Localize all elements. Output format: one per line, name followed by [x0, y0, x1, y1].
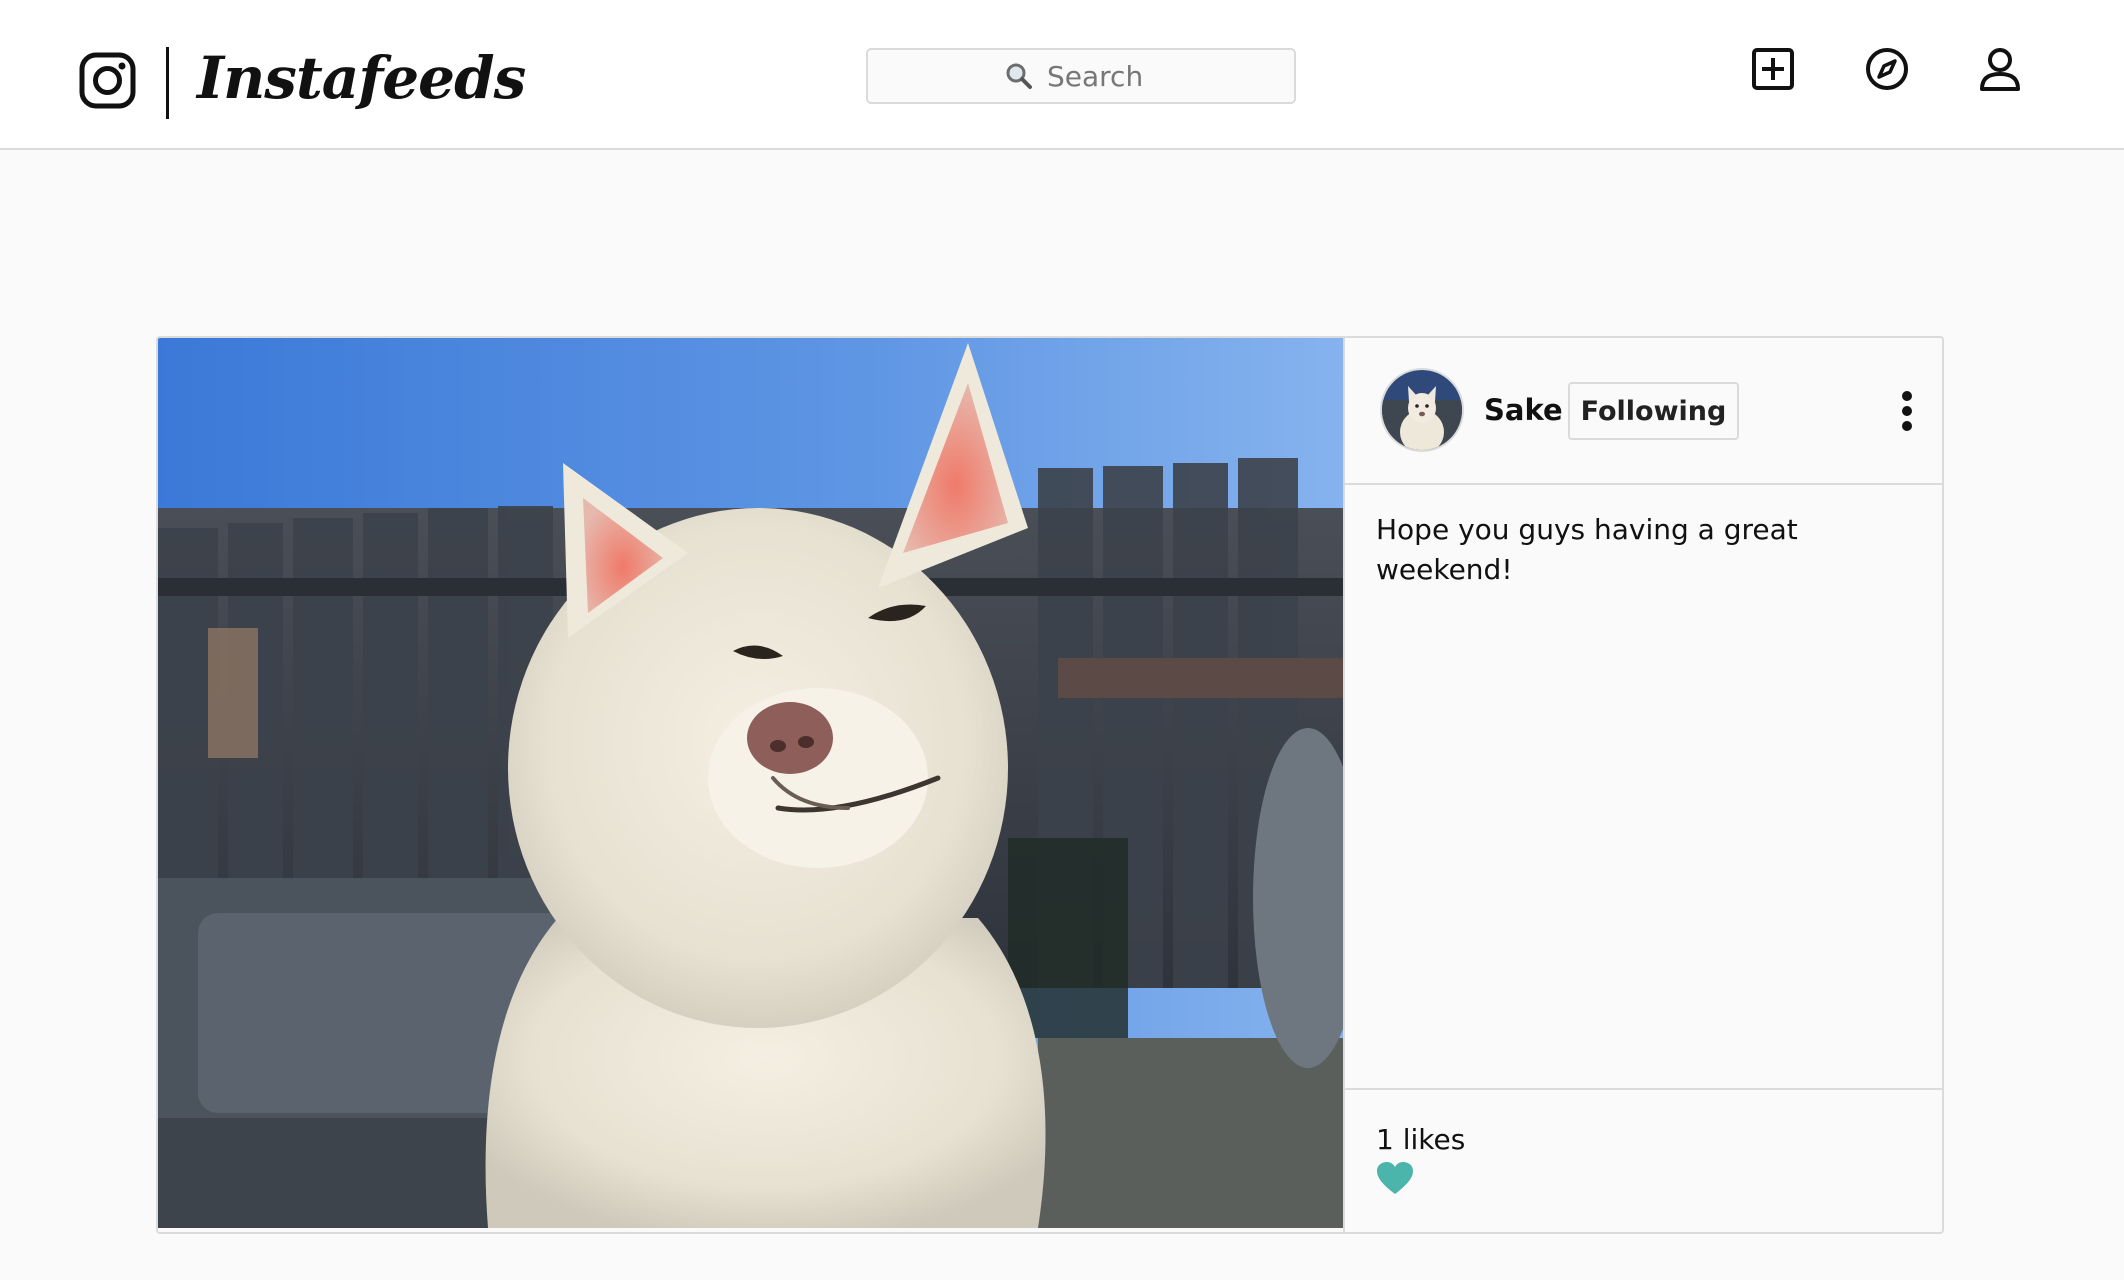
search-icon	[1006, 63, 1032, 89]
post-author-username[interactable]: Sake	[1484, 390, 1563, 430]
post-footer: 1 likes	[1345, 1088, 1942, 1232]
search-input[interactable]	[1047, 59, 1157, 93]
white-akita-dog-photo	[158, 338, 1343, 1228]
post-header: Sake Following	[1345, 338, 1942, 485]
post-details-panel: Sake Following Hope you guys having a gr…	[1343, 338, 1942, 1232]
top-navbar: Instafeeds	[0, 0, 2124, 150]
add-post-icon[interactable]	[1750, 46, 1796, 92]
vertical-ellipsis-icon[interactable]	[1897, 390, 1917, 432]
brand-logo-text[interactable]: Instafeeds	[197, 38, 526, 118]
heart-icon[interactable]	[1375, 1160, 1415, 1196]
profile-user-icon[interactable]	[1977, 46, 2023, 92]
white-dog-avatar	[1382, 370, 1462, 450]
post-photo[interactable]	[158, 338, 1343, 1228]
instagram-camera-icon[interactable]	[79, 52, 136, 109]
likes-count: 1 likes	[1376, 1123, 1466, 1156]
avatar[interactable]	[1380, 368, 1464, 452]
post-caption: Hope you guys having a great weekend!	[1376, 513, 1798, 586]
logo-divider	[166, 47, 169, 119]
post-card: Sake Following Hope you guys having a gr…	[156, 336, 1944, 1234]
search-bar[interactable]	[866, 48, 1296, 104]
following-button[interactable]: Following	[1568, 382, 1739, 440]
explore-compass-icon[interactable]	[1864, 46, 1910, 92]
